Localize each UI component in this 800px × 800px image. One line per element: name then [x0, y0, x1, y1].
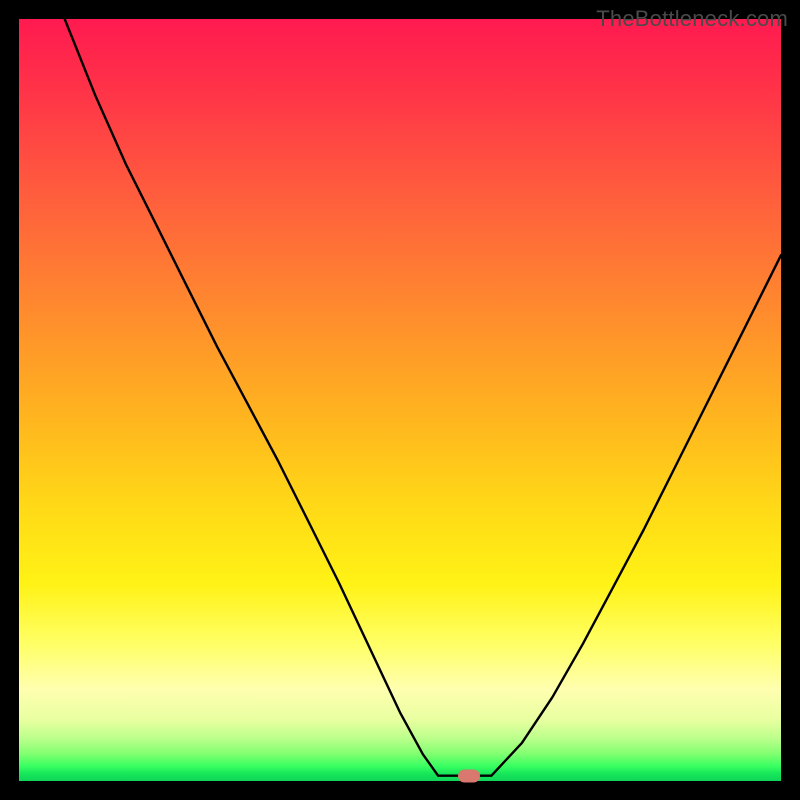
watermark-text: TheBottleneck.com	[596, 6, 788, 32]
bottleneck-curve-svg	[19, 19, 781, 781]
bottleneck-curve-path	[65, 19, 781, 776]
bottleneck-minimum-marker	[458, 769, 480, 782]
plot-area-outer	[19, 19, 781, 781]
chart-frame: TheBottleneck.com	[0, 0, 800, 800]
